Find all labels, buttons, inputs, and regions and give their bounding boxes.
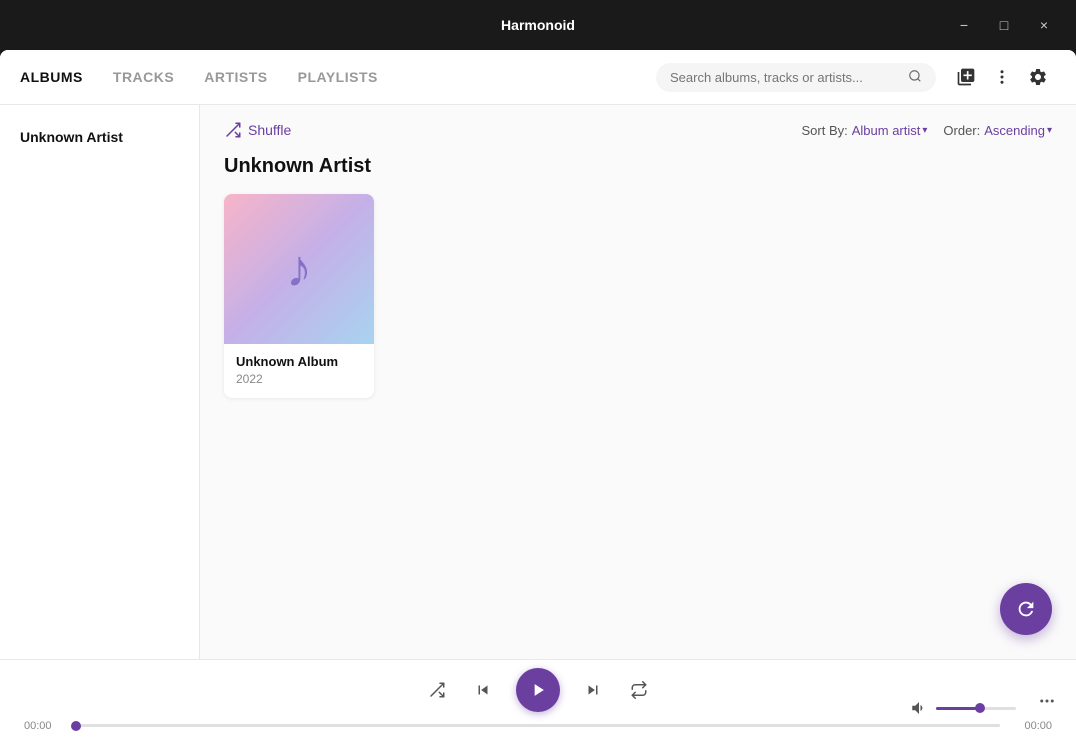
volume-dot bbox=[975, 703, 985, 713]
tab-playlists[interactable]: PLAYLISTS bbox=[298, 65, 378, 89]
artist-title: Unknown Artist bbox=[224, 155, 1052, 178]
more-horizontal-icon bbox=[1038, 692, 1056, 710]
toolbar-row: Shuffle Sort By: Album artist ▾ Order: A… bbox=[224, 121, 1052, 139]
volume-section bbox=[910, 699, 1016, 717]
progress-dot bbox=[71, 721, 81, 731]
titlebar: Harmonoid − □ × bbox=[0, 0, 1076, 50]
album-name: Unknown Album bbox=[236, 354, 362, 369]
search-container bbox=[656, 63, 936, 92]
music-note-icon: ♪ bbox=[286, 239, 312, 299]
order-button[interactable]: Ascending ▾ bbox=[984, 123, 1052, 138]
nav-tabs: ALBUMS TRACKS ARTISTS PLAYLISTS bbox=[20, 65, 378, 89]
sort-by-control: Sort By: Album artist ▾ bbox=[801, 123, 927, 138]
current-time: 00:00 bbox=[24, 720, 64, 732]
album-cover: ♪ bbox=[224, 194, 374, 344]
maximize-button[interactable]: □ bbox=[988, 9, 1020, 41]
album-year: 2022 bbox=[236, 372, 362, 386]
volume-icon bbox=[910, 699, 928, 717]
window-controls: − □ × bbox=[948, 9, 1060, 41]
play-button[interactable] bbox=[516, 668, 560, 712]
progress-row: 00:00 00:00 bbox=[24, 720, 1052, 732]
sidebar-item-unknown-artist[interactable]: Unknown Artist bbox=[0, 121, 199, 153]
content-area: Unknown Artist Shuffle Sort By: bbox=[0, 105, 1076, 659]
volume-fill bbox=[936, 707, 980, 710]
shuffle-player-icon bbox=[428, 681, 446, 699]
next-button[interactable] bbox=[580, 677, 606, 703]
player-controls bbox=[24, 668, 1052, 712]
refresh-button[interactable] bbox=[1000, 583, 1052, 635]
volume-button[interactable] bbox=[910, 699, 928, 717]
settings-button[interactable] bbox=[1020, 59, 1056, 95]
sort-by-chevron-icon: ▾ bbox=[922, 125, 927, 136]
order-chevron-icon: ▾ bbox=[1047, 125, 1052, 136]
main-window: ALBUMS TRACKS ARTISTS PLAYLISTS bbox=[0, 50, 1076, 739]
more-options-button[interactable] bbox=[984, 59, 1020, 95]
sidebar-item-label: Unknown Artist bbox=[20, 129, 123, 145]
previous-button[interactable] bbox=[470, 677, 496, 703]
minimize-button[interactable]: − bbox=[948, 9, 980, 41]
skip-forward-icon bbox=[584, 681, 602, 699]
sidebar: Unknown Artist bbox=[0, 105, 200, 659]
order-control: Order: Ascending ▾ bbox=[943, 123, 1052, 138]
library-icon-button[interactable] bbox=[948, 59, 984, 95]
sort-by-value: Album artist bbox=[852, 123, 921, 138]
album-info: Unknown Album 2022 bbox=[224, 344, 374, 398]
library-icon bbox=[956, 67, 976, 87]
play-icon bbox=[528, 680, 548, 700]
order-value: Ascending bbox=[984, 123, 1045, 138]
sort-by-button[interactable]: Album artist ▾ bbox=[852, 123, 928, 138]
shuffle-icon bbox=[224, 121, 242, 139]
skip-back-icon bbox=[474, 681, 492, 699]
search-icon bbox=[908, 69, 922, 83]
refresh-icon bbox=[1015, 598, 1037, 620]
player-bar: 00:00 00:00 bbox=[0, 659, 1076, 739]
album-grid: ♪ Unknown Album 2022 bbox=[224, 194, 1052, 398]
topnav: ALBUMS TRACKS ARTISTS PLAYLISTS bbox=[0, 50, 1076, 105]
sort-controls: Sort By: Album artist ▾ Order: Ascending… bbox=[801, 123, 1052, 138]
app-title: Harmonoid bbox=[501, 17, 575, 33]
close-button[interactable]: × bbox=[1028, 9, 1060, 41]
search-input[interactable] bbox=[670, 70, 908, 85]
total-time: 00:00 bbox=[1012, 720, 1052, 732]
shuffle-player-button[interactable] bbox=[424, 677, 450, 703]
repeat-icon bbox=[630, 681, 648, 699]
main-panel: Shuffle Sort By: Album artist ▾ Order: A… bbox=[200, 105, 1076, 659]
shuffle-button[interactable]: Shuffle bbox=[224, 121, 291, 139]
tab-tracks[interactable]: TRACKS bbox=[113, 65, 174, 89]
search-icon-button[interactable] bbox=[908, 69, 922, 86]
volume-track[interactable] bbox=[936, 707, 1016, 710]
tab-artists[interactable]: ARTISTS bbox=[204, 65, 267, 89]
repeat-button[interactable] bbox=[626, 677, 652, 703]
tab-albums[interactable]: ALBUMS bbox=[20, 65, 83, 89]
album-card[interactable]: ♪ Unknown Album 2022 bbox=[224, 194, 374, 398]
shuffle-label: Shuffle bbox=[248, 122, 291, 138]
more-vertical-icon bbox=[993, 68, 1011, 86]
player-more-button[interactable] bbox=[1038, 692, 1056, 715]
gear-icon bbox=[1028, 67, 1048, 87]
order-label: Order: bbox=[943, 123, 980, 138]
progress-track[interactable] bbox=[76, 724, 1000, 727]
sort-by-label: Sort By: bbox=[801, 123, 847, 138]
